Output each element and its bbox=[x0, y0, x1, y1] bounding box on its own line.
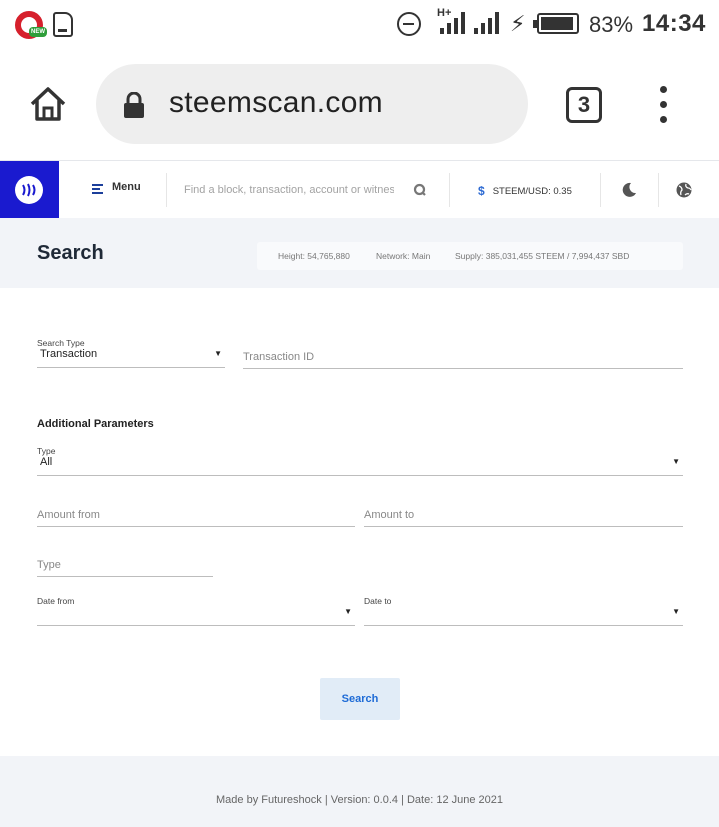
battery-percent: 83% bbox=[589, 12, 634, 37]
search-button[interactable]: Search bbox=[320, 678, 400, 720]
charging-icon: ⚡ bbox=[510, 11, 526, 36]
search-input[interactable] bbox=[184, 181, 394, 199]
transaction-id-field[interactable] bbox=[243, 347, 683, 369]
price-text: STEEM/USD: 0.35 bbox=[492, 186, 572, 197]
nav-divider bbox=[166, 173, 167, 207]
search-icon[interactable] bbox=[413, 183, 427, 197]
footer: Made by Futureshock | Version: 0.0.4 | D… bbox=[0, 756, 719, 827]
date-to-label: Date to bbox=[364, 596, 392, 606]
home-icon[interactable] bbox=[28, 84, 68, 124]
sim-card-icon bbox=[53, 12, 73, 37]
additional-parameters-heading: Additional Parameters bbox=[37, 418, 154, 430]
amount-to-field[interactable] bbox=[364, 505, 683, 527]
menu-icon bbox=[92, 184, 103, 194]
browser-toolbar: steemscan.com 3 bbox=[0, 50, 719, 160]
dropdown-caret-icon: ▼ bbox=[672, 607, 680, 616]
clock-time: 14:34 bbox=[642, 10, 706, 37]
steem-logo-icon bbox=[15, 176, 43, 204]
date-to-select[interactable]: ▼ bbox=[364, 606, 683, 626]
dollar-icon: $ bbox=[478, 184, 485, 198]
battery-icon bbox=[533, 13, 579, 34]
type-text-input[interactable] bbox=[37, 555, 213, 575]
signal-icon bbox=[440, 10, 468, 34]
search-type-value: Transaction bbox=[40, 348, 98, 360]
type-text-field[interactable] bbox=[37, 555, 213, 577]
search-type-label: Search Type bbox=[37, 338, 85, 348]
address-bar[interactable]: steemscan.com bbox=[96, 64, 528, 144]
url-text[interactable]: steemscan.com bbox=[169, 86, 383, 120]
more-vert-icon[interactable] bbox=[656, 86, 672, 126]
type-select[interactable]: All ▼ bbox=[37, 456, 683, 476]
nav-divider bbox=[658, 173, 659, 207]
page-title: Search bbox=[37, 242, 104, 264]
signal-icon-2 bbox=[474, 10, 502, 34]
footer-text: Made by Futureshock | Version: 0.0.4 | D… bbox=[216, 794, 503, 806]
amount-to-input[interactable] bbox=[364, 505, 683, 525]
nav-divider bbox=[600, 173, 601, 207]
tabs-icon[interactable]: 3 bbox=[566, 87, 602, 123]
amount-from-field[interactable] bbox=[37, 505, 355, 527]
search-type-select[interactable]: Transaction ▼ bbox=[37, 348, 225, 368]
dropdown-caret-icon: ▼ bbox=[672, 457, 680, 466]
status-bar: NEW H+ ⚡ 83% 14:34 bbox=[0, 0, 719, 50]
dropdown-caret-icon: ▼ bbox=[214, 349, 222, 358]
dark-mode-moon-icon[interactable] bbox=[620, 181, 638, 199]
token-supply: Supply: 385,031,455 STEEM / 7,994,437 SB… bbox=[455, 251, 630, 261]
do-not-disturb-icon bbox=[397, 12, 421, 36]
globe-language-icon[interactable] bbox=[675, 181, 693, 199]
date-from-select[interactable]: ▼ bbox=[37, 606, 355, 626]
type-label: Type bbox=[37, 446, 56, 456]
amount-from-input[interactable] bbox=[37, 505, 355, 525]
dropdown-caret-icon: ▼ bbox=[344, 607, 352, 616]
site-navbar: Menu $ STEEM/USD: 0.35 bbox=[0, 160, 719, 219]
network-name: Network: Main bbox=[376, 251, 431, 261]
transaction-id-input[interactable] bbox=[243, 347, 683, 367]
chain-stats-bar: Height: 54,765,880 Network: Main Supply:… bbox=[257, 242, 683, 270]
opera-news-icon: NEW bbox=[15, 11, 47, 39]
steem-price: $ STEEM/USD: 0.35 bbox=[478, 183, 572, 198]
block-height: Height: 54,765,880 bbox=[278, 251, 350, 261]
date-from-label: Date from bbox=[37, 596, 75, 606]
lock-icon bbox=[124, 92, 144, 118]
steem-logo[interactable] bbox=[0, 161, 59, 219]
menu-label: Menu bbox=[112, 181, 141, 193]
search-form: Search Type Transaction ▼ Additional Par… bbox=[0, 288, 719, 756]
page-header: Search Height: 54,765,880 Network: Main … bbox=[0, 218, 719, 288]
nav-divider bbox=[449, 173, 450, 207]
type-value: All bbox=[40, 456, 53, 468]
